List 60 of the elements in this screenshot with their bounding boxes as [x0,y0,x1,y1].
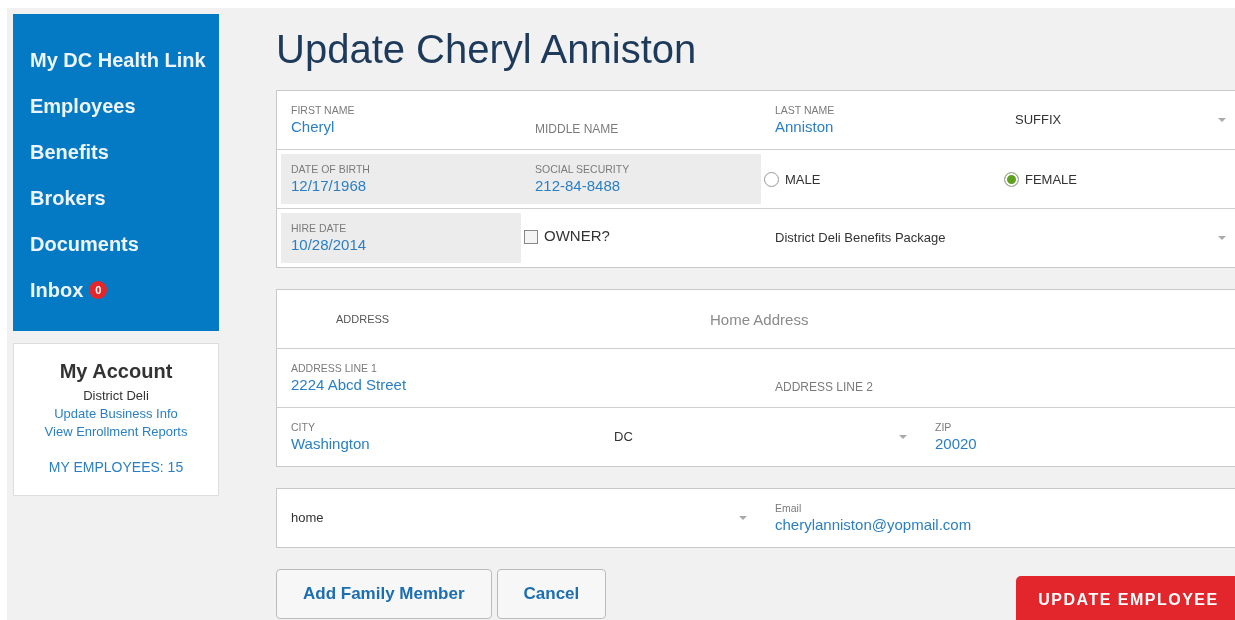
checkbox[interactable] [524,230,538,244]
sidebar-item[interactable]: Employees [30,83,219,129]
radio-button[interactable] [1004,171,1019,187]
field-label: ADDRESS LINE 1 [291,361,378,375]
dropdown[interactable]: District Deli Benefits Package [761,209,1235,267]
caret-icon [899,435,907,439]
sidebar-item[interactable]: Brokers [30,175,219,221]
field-value: 20020 [935,434,978,454]
text-field[interactable]: FIRST NAME Cheryl [277,91,521,149]
placeholder-input[interactable]: MIDDLE NAME [535,122,685,136]
dropdown[interactable]: DC [600,408,921,466]
sidebar-item[interactable]: Documents [30,221,219,267]
checkbox-label: OWNER? [544,227,610,244]
field-value: 212-84-8488 [535,176,622,196]
field-label: DATE OF BIRTH [291,162,371,176]
field-label: HIRE DATE [291,221,348,235]
text-field[interactable]: ZIP 20020 [921,408,1235,466]
field-value: Anniston [775,117,835,137]
caret-icon [1218,236,1226,240]
text-field[interactable]: Email cherylanniston@yopmail.com [761,489,1235,547]
radio-label: MALE [785,171,821,187]
dropdown[interactable]: SUFFIX [1001,91,1235,149]
field-label: SOCIAL SECURITY [535,162,631,176]
field-value: 10/28/2014 [291,235,368,255]
field-value: Washington [291,434,371,454]
action-button[interactable]: Add Family Member [276,569,492,619]
text-field[interactable]: ADDRESS LINE 1 2224 Abcd Street [277,349,761,407]
dropdown[interactable]: home [277,489,761,547]
field-label: ZIP [935,420,953,434]
page-title: Update Cheryl Anniston [276,26,698,72]
section-label: ADDRESS [336,313,390,325]
text-field[interactable]: MIDDLE NAME [521,91,761,149]
action-button[interactable]: Cancel [496,569,607,619]
update-button[interactable]: UPDATE EMPLOYEE [1016,576,1235,620]
field-label: Email [775,501,803,515]
field-label: LAST NAME [775,103,836,117]
placeholder-input[interactable]: ADDRESS LINE 2 [775,380,925,394]
account-title: My Account [59,360,173,383]
text-field[interactable]: CITY Washington [277,408,600,466]
field-label: CITY [291,420,316,434]
address-type-input[interactable]: Home Address [710,310,910,328]
field-value: cherylanniston@yopmail.com [775,515,973,535]
company-name: District Deli [83,387,149,405]
sidebar-item[interactable]: Benefits [30,129,219,175]
text-field[interactable]: LAST NAME Anniston [761,91,1001,149]
field-value: 12/17/1968 [291,176,368,196]
sidebar-item[interactable]: Inbox 0 [30,267,219,313]
account-link[interactable]: View Enrollment Reports [44,423,188,441]
radio-button[interactable] [764,171,779,187]
field-value: 2224 Abcd Street [291,375,408,395]
caret-icon [739,516,747,520]
count-badge: 0 [89,281,108,299]
sidebar-item[interactable]: My DC Health Link [30,37,219,83]
field-label: FIRST NAME [291,103,356,117]
account-link[interactable]: Update Business Info [54,405,178,423]
employees-link[interactable]: MY EMPLOYEES: 15 [48,459,184,475]
field-value: Cheryl [291,117,336,137]
text-field[interactable]: ADDRESS LINE 2 [761,349,1235,407]
radio-label: FEMALE [1025,171,1077,187]
caret-icon [1218,118,1226,122]
